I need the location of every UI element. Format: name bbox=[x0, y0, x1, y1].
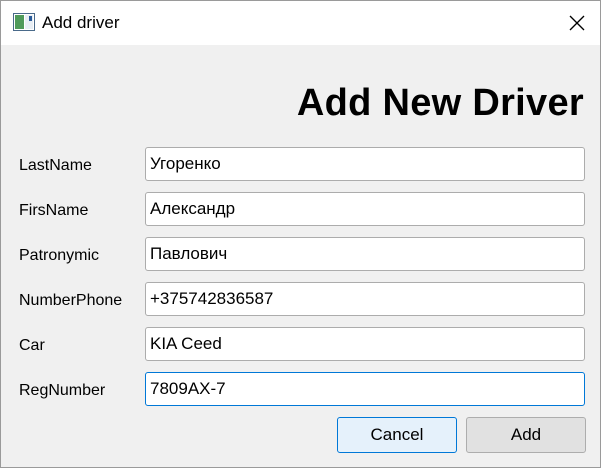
numberphone-label: NumberPhone bbox=[19, 292, 123, 309]
cancel-button[interactable]: Cancel bbox=[337, 417, 457, 453]
add-driver-window: Add driver Add New Driver LastName FirsN… bbox=[0, 0, 601, 468]
regnumber-label: RegNumber bbox=[19, 382, 106, 399]
dialog-content: Add New Driver LastName FirsName Patrony… bbox=[1, 45, 600, 467]
car-field[interactable] bbox=[145, 327, 585, 361]
patronymic-label: Patronymic bbox=[19, 247, 100, 264]
close-button[interactable] bbox=[554, 1, 600, 45]
title-bar[interactable]: Add driver bbox=[1, 1, 600, 45]
firstname-label: FirsName bbox=[19, 202, 89, 219]
patronymic-field[interactable] bbox=[145, 237, 585, 271]
regnumber-field[interactable] bbox=[145, 372, 585, 406]
add-button[interactable]: Add bbox=[466, 417, 586, 453]
firstname-field[interactable] bbox=[145, 192, 585, 226]
lastname-field[interactable] bbox=[145, 147, 585, 181]
page-title: Add New Driver bbox=[296, 82, 584, 124]
app-window-icon bbox=[13, 13, 35, 31]
window-title: Add driver bbox=[42, 13, 120, 32]
lastname-label: LastName bbox=[19, 157, 92, 174]
car-label: Car bbox=[19, 337, 45, 354]
numberphone-field[interactable] bbox=[145, 282, 585, 316]
close-icon bbox=[569, 15, 585, 31]
